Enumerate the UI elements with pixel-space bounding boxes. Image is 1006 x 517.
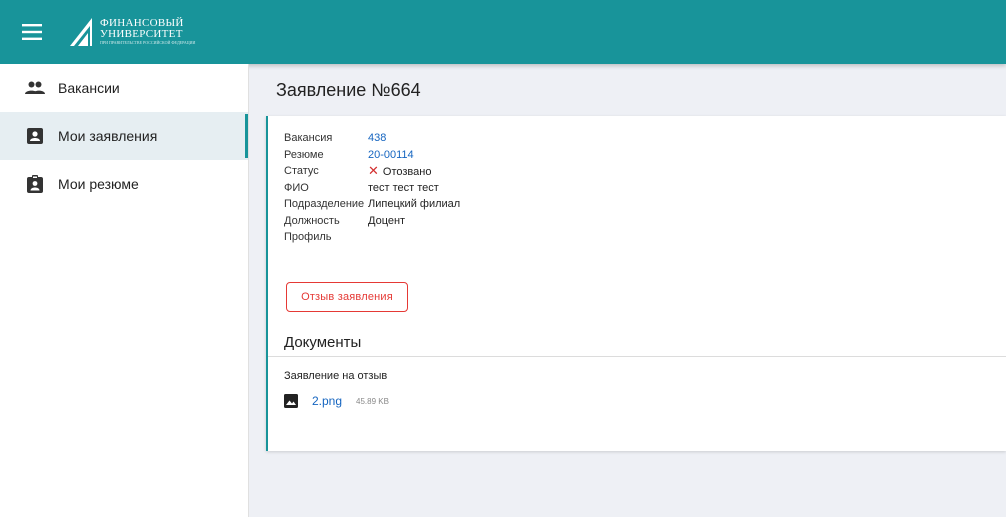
documents-heading: Документы xyxy=(284,334,362,351)
sidebar: Вакансии Мои заявления Мои резюме xyxy=(0,64,249,517)
field-label: Подразделение xyxy=(284,198,365,211)
clipboard-person-icon xyxy=(24,173,46,195)
field-row-resume: Резюме 20-00114 xyxy=(284,147,460,164)
sidebar-item-label: Мои резюме xyxy=(58,176,139,192)
top-app-bar: ФИНАНСОВЫЙ УНИВЕРСИТЕТ ПРИ ПРАВИТЕЛЬСТВЕ… xyxy=(0,0,1006,64)
field-label: Резюме xyxy=(284,148,324,161)
field-row-vacancy: Вакансия 438 xyxy=(284,130,460,147)
position-value: Доцент xyxy=(368,214,406,227)
person-card-icon xyxy=(24,125,46,147)
field-row-status: Статус ✕ Отозвано xyxy=(284,163,460,180)
status-value: ✕ Отозвано xyxy=(368,163,431,179)
field-label: Статус xyxy=(284,165,319,178)
divider xyxy=(268,356,1006,357)
file-link[interactable]: 2.png xyxy=(312,394,342,408)
fio-value: тест тест тест xyxy=(368,181,439,194)
close-icon: ✕ xyxy=(368,163,379,179)
field-label: Вакансия xyxy=(284,132,333,145)
sidebar-item-label: Вакансии xyxy=(58,80,120,96)
field-label: ФИО xyxy=(284,181,309,194)
field-label: Должность xyxy=(284,214,340,227)
revoke-application-button[interactable]: Отзыв заявления xyxy=(286,282,408,312)
page-title: Заявление №664 xyxy=(276,80,421,100)
document-file-item: 2.png 45.89 KB xyxy=(284,394,389,408)
sidebar-item-label: Мои заявления xyxy=(58,128,158,144)
field-row-position: Должность Доцент xyxy=(284,213,460,230)
field-label: Профиль xyxy=(284,231,332,244)
logo-emblem-icon xyxy=(70,18,92,46)
vacancy-link[interactable]: 438 xyxy=(368,132,386,144)
menu-button[interactable] xyxy=(0,0,64,64)
status-text: Отозвано xyxy=(382,166,432,179)
field-row-profile: Профиль xyxy=(284,229,460,246)
sidebar-item-my-applications[interactable]: Мои заявления xyxy=(0,112,248,160)
field-row-department: Подразделение Липецкий филиал xyxy=(284,196,460,213)
documents-subheading: Заявление на отзыв xyxy=(284,370,388,382)
file-size: 45.89 KB xyxy=(356,396,389,406)
department-value: Липецкий филиал xyxy=(368,198,461,211)
university-logo[interactable]: ФИНАНСОВЫЙ УНИВЕРСИТЕТ ПРИ ПРАВИТЕЛЬСТВЕ… xyxy=(68,16,195,48)
people-icon xyxy=(24,77,46,99)
sidebar-item-vacancies[interactable]: Вакансии xyxy=(0,64,248,112)
sidebar-item-my-resumes[interactable]: Мои резюме xyxy=(0,160,248,208)
logo-line-2: УНИВЕРСИТЕТ xyxy=(100,28,183,40)
logo-line-3: ПРИ ПРАВИТЕЛЬСТВЕ РОССИЙСКОЙ ФЕДЕРАЦИИ xyxy=(100,40,196,45)
application-card: Вакансия 438 Резюме 20-00114 Статус ✕ Ото… xyxy=(266,116,1006,451)
menu-icon xyxy=(22,24,42,40)
resume-link[interactable]: 20-00114 xyxy=(368,149,414,161)
field-row-fio: ФИО тест тест тест xyxy=(284,180,460,197)
application-details: Вакансия 438 Резюме 20-00114 Статус ✕ Ото… xyxy=(284,130,460,246)
image-icon xyxy=(284,394,298,408)
